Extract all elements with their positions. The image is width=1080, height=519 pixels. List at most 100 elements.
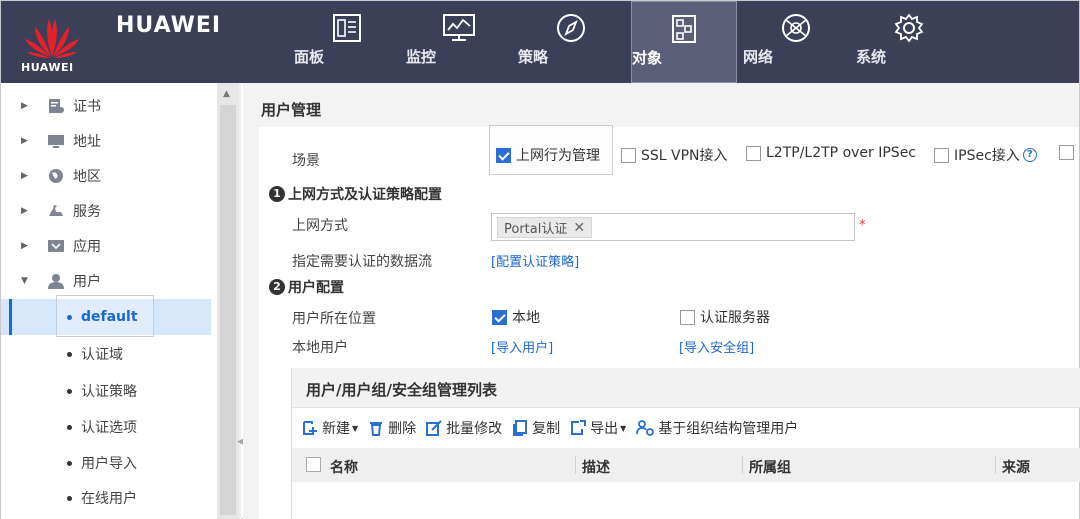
- column-divider[interactable]: [995, 456, 996, 474]
- column-divider[interactable]: [575, 456, 576, 474]
- sidebar-subitem-auth-options[interactable]: 认证选项: [1, 409, 211, 445]
- scrollbar-thumb[interactable]: [220, 105, 236, 515]
- import-user-link[interactable]: [导入用户]: [491, 337, 553, 356]
- auth-flow-label: 指定需要认证的数据流: [292, 254, 432, 270]
- section-number-badge: 1: [269, 186, 285, 202]
- dropdown-caret-icon: ▼: [620, 423, 627, 433]
- bullet-icon: [67, 424, 72, 430]
- checkbox-checked-icon[interactable]: [496, 147, 511, 163]
- scene-checkbox-more[interactable]: [1059, 145, 1079, 160]
- tab-network[interactable]: 网络: [743, 1, 849, 83]
- scene-checkbox-ssl-vpn[interactable]: SSL VPN接入: [621, 145, 728, 165]
- tab-system[interactable]: 系统: [856, 1, 962, 83]
- copy-button[interactable]: 复制: [512, 418, 560, 438]
- remove-tag-icon[interactable]: ✕: [573, 220, 585, 236]
- import-security-group-link[interactable]: [导入安全组]: [679, 337, 754, 356]
- table-header: 名称 描述 所属组 来源: [292, 448, 1080, 482]
- configure-auth-policy-link[interactable]: [配置认证策略]: [491, 251, 579, 270]
- org-manage-button[interactable]: 基于组织结构管理用户: [636, 418, 798, 438]
- tab-policy-label: 策略: [518, 48, 549, 66]
- sidebar-item-address[interactable]: ▶ 地址: [1, 124, 211, 158]
- scene-checkbox-l2tp[interactable]: L2TP/L2TP over IPSec: [746, 145, 916, 161]
- section-title: 用户配置: [288, 280, 344, 296]
- gear-icon: [894, 13, 924, 43]
- expand-arrow-icon[interactable]: ▶: [21, 206, 31, 216]
- column-header-name[interactable]: 名称: [330, 457, 358, 477]
- batch-edit-button-label: 批量修改: [446, 421, 503, 437]
- monitor-address-icon: [48, 135, 64, 148]
- delete-button[interactable]: 删除: [368, 418, 416, 438]
- expand-arrow-icon[interactable]: ▶: [21, 136, 31, 146]
- user-management-list: 用户/用户组/安全组管理列表 新建 ▼ 删除 批量修改 复制 导出 ▼ 基于组织…: [291, 368, 1080, 519]
- top-navigation-bar: HUAWEI HUAWEI 面板 监控 策略 对象 网络 系统: [1, 1, 1079, 83]
- panel-splitter[interactable]: ◀: [237, 83, 244, 519]
- certificate-icon: [49, 99, 64, 113]
- column-header-description[interactable]: 描述: [582, 457, 610, 477]
- sidebar-subitem-label: 认证策略: [81, 384, 137, 400]
- batch-edit-button[interactable]: 批量修改: [426, 418, 502, 438]
- section-access-auth: 1 上网方式及认证策略配置: [269, 184, 442, 204]
- checkbox-icon[interactable]: [680, 309, 695, 325]
- sidebar-subitem-default[interactable]: default: [1, 295, 211, 337]
- sidebar-subitem-auth-policy[interactable]: 认证策略: [1, 373, 211, 409]
- tag-label: Portal认证: [504, 222, 568, 237]
- scroll-up-arrow-icon[interactable]: ▲: [223, 89, 230, 99]
- column-divider[interactable]: [742, 456, 743, 474]
- checkbox-icon[interactable]: [621, 147, 636, 163]
- section-number-badge: 2: [269, 279, 285, 295]
- tab-policy[interactable]: 策略: [518, 1, 624, 83]
- required-mark: *: [859, 218, 866, 233]
- checkbox-icon[interactable]: [934, 147, 949, 163]
- expand-arrow-icon[interactable]: ▶: [21, 241, 31, 251]
- sidebar-item-user[interactable]: ▼ 用户: [1, 264, 211, 298]
- user-icon: [48, 274, 64, 289]
- sidebar-item-label: 应用: [73, 239, 101, 255]
- compass-icon: [557, 14, 585, 42]
- collapse-arrow-icon[interactable]: ▼: [21, 276, 31, 286]
- sidebar-item-label: 用户: [73, 274, 101, 290]
- sidebar-subitem-auth-domain[interactable]: 认证域: [1, 336, 211, 372]
- checkbox-label: SSL VPN接入: [641, 148, 728, 164]
- sidebar-item-service[interactable]: ▶ 服务: [1, 194, 211, 228]
- sidebar-scrollbar[interactable]: ▲: [217, 83, 239, 519]
- page-title: 用户管理: [261, 101, 322, 119]
- tab-dashboard[interactable]: 面板: [294, 1, 400, 83]
- export-button[interactable]: 导出 ▼: [570, 418, 626, 438]
- local-user-label: 本地用户: [292, 340, 348, 356]
- location-auth-server-checkbox[interactable]: 认证服务器: [680, 307, 770, 327]
- brand-name: HUAWEI: [116, 13, 222, 38]
- help-icon[interactable]: ?: [1022, 148, 1037, 162]
- scene-checkbox-ipsec[interactable]: IPSec接入 ?: [934, 145, 1037, 165]
- expand-arrow-icon[interactable]: ▶: [21, 171, 31, 181]
- globe-icon: [782, 14, 810, 42]
- sidebar-subitem-online-users[interactable]: 在线用户: [1, 480, 211, 516]
- new-button[interactable]: 新建 ▼: [302, 418, 358, 438]
- checkbox-icon[interactable]: [1059, 145, 1074, 160]
- section-user-config: 2 用户配置: [269, 277, 344, 297]
- expand-arrow-icon[interactable]: ▶: [21, 101, 31, 111]
- service-icon: [49, 205, 63, 216]
- tab-monitor[interactable]: 监控: [406, 1, 512, 83]
- sidebar-item-application[interactable]: ▶ 应用: [1, 229, 211, 263]
- checkbox-label: IPSec接入: [954, 148, 1020, 164]
- sidebar-item-region[interactable]: ▶ 地区: [1, 159, 211, 193]
- export-button-label: 导出: [590, 421, 619, 437]
- checkbox-icon[interactable]: [746, 145, 761, 161]
- application-icon: [48, 240, 64, 252]
- checkbox-checked-icon[interactable]: [492, 309, 507, 325]
- bullet-icon: [67, 495, 72, 501]
- location-local-checkbox[interactable]: 本地: [492, 307, 540, 327]
- sidebar-item-certificate[interactable]: ▶ 证书: [1, 89, 211, 123]
- new-icon: [303, 421, 317, 435]
- select-all-checkbox[interactable]: [306, 457, 321, 472]
- sidebar-subitem-user-import[interactable]: 用户导入: [1, 445, 211, 481]
- scene-checkbox-internet-behavior[interactable]: 上网行为管理: [496, 145, 600, 165]
- access-mode-select[interactable]: Portal认证 ✕: [491, 213, 855, 241]
- column-header-group[interactable]: 所属组: [749, 457, 791, 477]
- sidebar-subitem-label: 认证选项: [81, 420, 137, 436]
- huawei-flower-icon: [25, 19, 79, 58]
- sidebar-subitem-label: 认证域: [81, 347, 123, 363]
- tab-system-label: 系统: [856, 48, 887, 66]
- column-header-source[interactable]: 来源: [1002, 457, 1030, 477]
- tab-object[interactable]: 对象: [631, 1, 737, 83]
